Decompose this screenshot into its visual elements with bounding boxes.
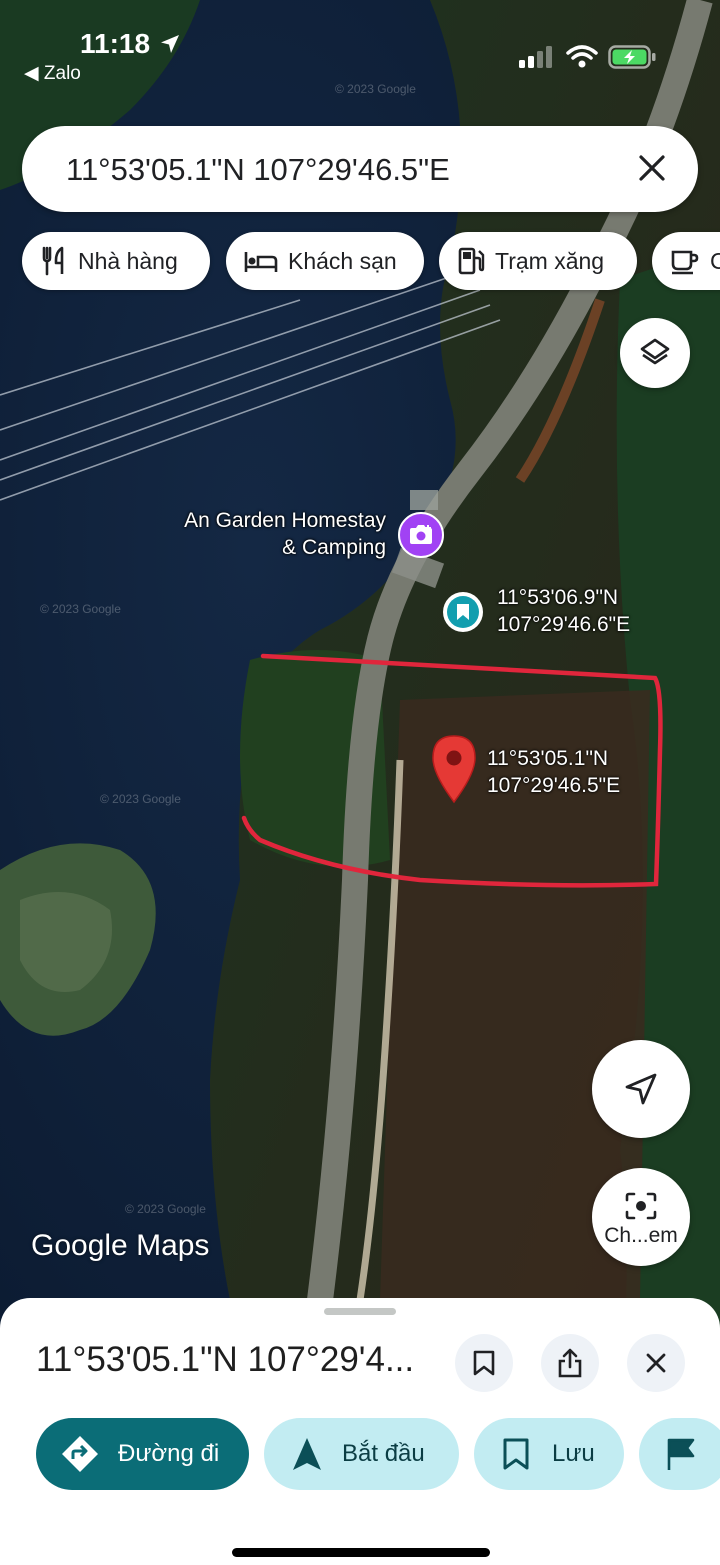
start-button[interactable]: Bắt đầu [264, 1418, 459, 1490]
directions-button[interactable]: Đường đi [36, 1418, 249, 1490]
share-icon [558, 1348, 582, 1378]
chip-label: Trạm xăng [495, 247, 605, 274]
save-button[interactable]: Lưu [474, 1418, 624, 1490]
dropped-pin-icon[interactable] [430, 734, 478, 804]
location-arrow-icon [160, 35, 179, 53]
home-indicator [232, 1548, 490, 1557]
chip-label: Khách sạn [288, 247, 397, 274]
directions-icon [62, 1436, 98, 1472]
directions-label: Đường đi [118, 1440, 220, 1467]
flag-icon [667, 1438, 695, 1470]
close-sheet-button[interactable] [627, 1334, 685, 1392]
navigation-arrow-icon [625, 1073, 657, 1105]
close-icon [646, 1353, 666, 1373]
clear-search-icon[interactable] [630, 146, 674, 190]
lens-label: Ch...em [604, 1224, 678, 1247]
place-label-an-garden[interactable]: An Garden Homestay & Camping [140, 507, 386, 561]
bookmark-icon [457, 604, 469, 620]
chip-label: Nhà hàng [78, 247, 178, 274]
chip-gas-stations[interactable]: Trạm xăng [439, 232, 637, 290]
camera-lens-icon [625, 1192, 657, 1220]
tile-credit: © 2023 Google [100, 792, 181, 806]
saved-pin-coordinates: 11°53'06.9"N 107°29'46.6"E [497, 586, 631, 636]
chip-hotels[interactable]: Khách sạn [226, 232, 424, 290]
search-query[interactable]: 11°53'05.1"N 107°29'46.5"E [66, 152, 450, 188]
bookmark-icon [503, 1438, 529, 1470]
tile-credit: © 2023 Google [125, 1202, 206, 1216]
bookmark-icon [473, 1350, 495, 1376]
cellular-signal-icon [519, 46, 553, 68]
fork-knife-icon [42, 246, 64, 276]
status-bar: 11:18 ◀ Zalo [0, 0, 720, 100]
fuel-icon [458, 247, 485, 275]
drag-handle[interactable] [324, 1308, 396, 1315]
back-to-app-link[interactable]: ◀ Zalo [24, 62, 81, 85]
layers-button[interactable] [620, 318, 690, 388]
camera-plus-icon [410, 525, 432, 544]
status-icons [519, 44, 658, 75]
label-button[interactable] [639, 1418, 720, 1490]
place-bottom-sheet[interactable]: 11°53'05.1"N 107°29'4... Đường đi Bắt đầ… [0, 1298, 720, 1565]
share-button[interactable] [541, 1334, 599, 1392]
sheet-title: 11°53'05.1"N 107°29'4... [36, 1340, 415, 1379]
save-icon-button[interactable] [455, 1334, 513, 1392]
battery-charging-icon [608, 45, 656, 69]
navigation-start-icon [293, 1438, 321, 1470]
bed-icon [244, 252, 278, 272]
save-label: Lưu [552, 1440, 595, 1467]
coffee-icon [671, 250, 699, 275]
search-bar[interactable]: 11°53'05.1"N 107°29'46.5"E [22, 126, 698, 212]
layers-icon [640, 338, 670, 365]
saved-location-pin[interactable] [443, 592, 483, 632]
lens-button[interactable]: Ch...em [592, 1168, 690, 1266]
start-label: Bắt đầu [342, 1440, 425, 1467]
camera-place-pin[interactable] [398, 512, 444, 558]
chip-label: C [710, 247, 720, 274]
dropped-pin-coordinates: 11°53'05.1"N 107°29'46.5"E [487, 747, 621, 797]
category-chips: Nhà hàng Khách sạn Trạm xăng C [0, 232, 720, 292]
tile-credit: © 2023 Google [40, 602, 121, 616]
status-time: 11:18 [80, 28, 182, 60]
chip-cafes[interactable]: C [652, 232, 720, 290]
google-maps-logo: Google Maps [31, 1229, 210, 1262]
wifi-icon [565, 45, 598, 68]
my-location-button[interactable] [592, 1040, 690, 1138]
chip-restaurants[interactable]: Nhà hàng [22, 232, 210, 290]
